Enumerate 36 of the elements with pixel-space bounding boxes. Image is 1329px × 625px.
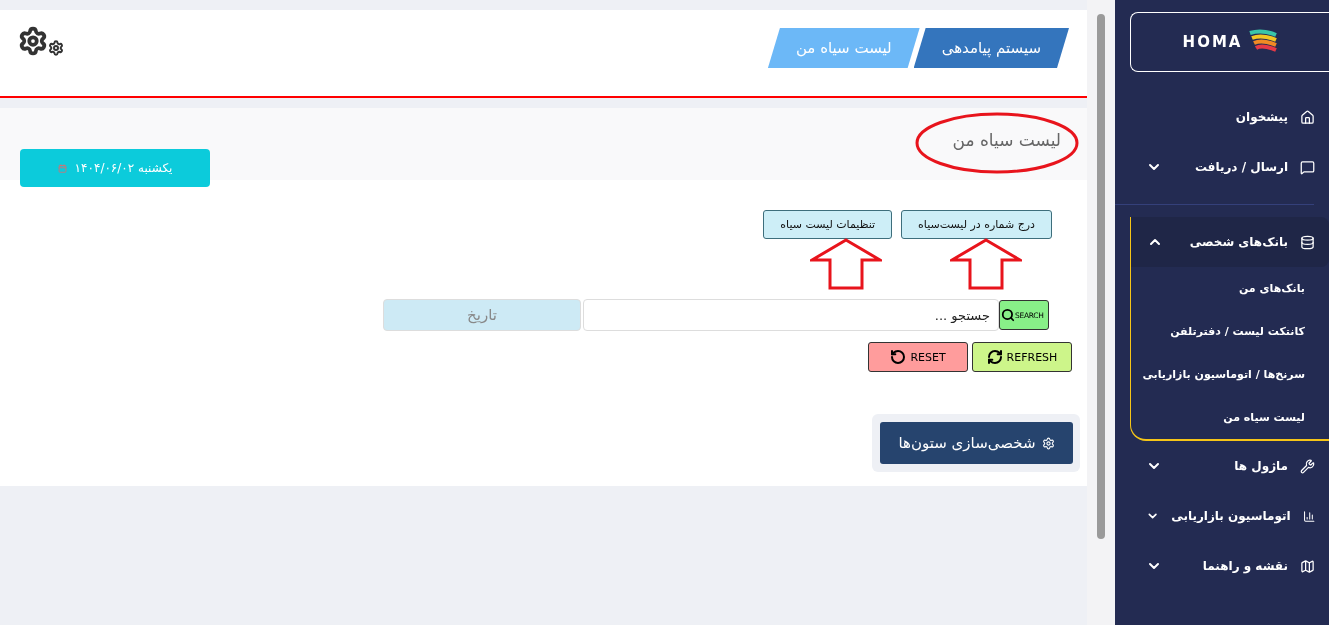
- date-field[interactable]: تاریخ: [383, 299, 581, 331]
- action-button[interactable]: درج شماره در لیست‌سیاه: [901, 210, 1052, 239]
- bar-chart-icon: [1302, 508, 1315, 524]
- logo[interactable]: HOMA: [1130, 12, 1329, 72]
- sidebar-subitem[interactable]: لیست سیاه من: [1131, 396, 1329, 439]
- reset-button[interactable]: RESET: [868, 342, 968, 372]
- sidebar-subitem[interactable]: کانتکت لیست / دفترتلفن: [1131, 310, 1329, 353]
- breadcrumb[interactable]: سیستم پیامدهی: [913, 28, 1069, 68]
- gear-icon: [1041, 436, 1055, 450]
- sidebar-subitem[interactable]: بانک‌های من: [1131, 267, 1329, 310]
- stripes-icon: [1248, 29, 1279, 55]
- sidebar-item[interactable]: ارسال / دریافت: [1130, 142, 1329, 192]
- gears-icon[interactable]: [18, 26, 64, 56]
- refresh-icon: [986, 349, 1003, 365]
- map-icon: [1300, 558, 1315, 574]
- sidebar-item[interactable]: بانک‌های شخصی: [1131, 217, 1329, 267]
- customize-columns-button[interactable]: شخصی‌سازی ستون‌ها: [880, 422, 1073, 464]
- arrow-icon: [950, 238, 1022, 290]
- refresh-button[interactable]: REFRESH: [972, 342, 1072, 372]
- sidebar-item[interactable]: پیشخوان: [1130, 92, 1329, 142]
- page-title: لیست سیاه من: [948, 130, 1065, 150]
- sidebar-item[interactable]: ماژول ها: [1130, 441, 1329, 491]
- home-icon: [1300, 109, 1315, 125]
- arrow-icon: [810, 238, 882, 290]
- sidebar-item[interactable]: اتوماسیون بازاریابی: [1130, 491, 1329, 541]
- database-icon: [1300, 234, 1315, 250]
- search-field[interactable]: جستجو ...: [583, 299, 999, 331]
- action-button[interactable]: تنظیمات لیست سیاه: [763, 210, 893, 239]
- sidebar-subitem[interactable]: سرنخ‌ها / اتوماسیون بازاریابی: [1131, 353, 1329, 396]
- search-icon: [1001, 308, 1015, 322]
- sidebar-item[interactable]: نقشه و راهنما: [1130, 541, 1329, 591]
- calendar-icon: [57, 163, 67, 173]
- scrollbar-thumb[interactable]: [1097, 14, 1105, 539]
- tools-icon: [1300, 458, 1315, 474]
- undo-icon: [890, 349, 907, 365]
- chat-icon: [1300, 159, 1315, 175]
